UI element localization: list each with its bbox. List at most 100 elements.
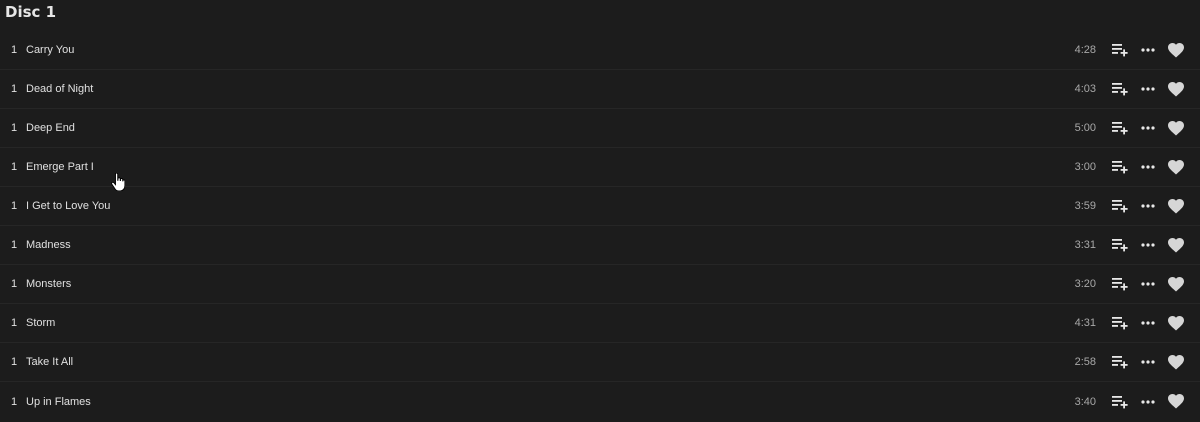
track-title[interactable]: Up in Flames [26, 396, 91, 408]
playlist-add-icon [1112, 122, 1128, 135]
favorite-button[interactable] [1165, 351, 1187, 373]
track-duration: 2:58 [1074, 356, 1096, 368]
more-options-button[interactable] [1137, 39, 1159, 61]
heart-icon [1168, 354, 1184, 369]
track-number: 1 [11, 161, 18, 173]
heart-icon [1168, 159, 1184, 174]
track-title[interactable]: Emerge Part I [26, 161, 94, 173]
playlist-add-icon [1112, 200, 1128, 213]
track-list: 1 Carry You 4:28 1 Dead of Night 4:03 1 … [0, 31, 1200, 421]
heart-icon [1168, 237, 1184, 252]
heart-icon [1168, 276, 1184, 291]
add-to-queue-button[interactable] [1109, 234, 1131, 256]
track-row[interactable]: 1 Deep End 5:00 [0, 109, 1200, 148]
heart-icon [1168, 198, 1184, 213]
more-horizontal-icon [1141, 282, 1155, 286]
add-to-queue-button[interactable] [1109, 78, 1131, 100]
track-number: 1 [11, 122, 18, 134]
more-horizontal-icon [1141, 360, 1155, 364]
favorite-button[interactable] [1165, 78, 1187, 100]
favorite-button[interactable] [1165, 273, 1187, 295]
heart-icon [1168, 120, 1184, 135]
playlist-add-icon [1112, 278, 1128, 291]
add-to-queue-button[interactable] [1109, 351, 1131, 373]
track-row[interactable]: 1 Dead of Night 4:03 [0, 70, 1200, 109]
playlist-add-icon [1112, 356, 1128, 369]
track-title[interactable]: I Get to Love You [26, 200, 110, 212]
more-options-button[interactable] [1137, 273, 1159, 295]
favorite-button[interactable] [1165, 156, 1187, 178]
add-to-queue-button[interactable] [1109, 117, 1131, 139]
more-options-button[interactable] [1137, 351, 1159, 373]
heart-icon [1168, 81, 1184, 96]
track-duration: 3:40 [1074, 395, 1096, 408]
more-horizontal-icon [1141, 87, 1155, 91]
more-options-button[interactable] [1137, 156, 1159, 178]
album-tracklist-page: Disc 1 1 Carry You 4:28 1 Dead of Night … [0, 0, 1200, 422]
track-row[interactable]: 1 Emerge Part I 3:00 [0, 148, 1200, 187]
track-row[interactable]: 1 Madness 3:31 [0, 226, 1200, 265]
track-row[interactable]: 1 Storm 4:31 [0, 304, 1200, 343]
playlist-add-icon [1112, 161, 1128, 174]
disc-title: Disc 1 [5, 3, 57, 21]
track-duration: 4:31 [1074, 317, 1096, 329]
track-number: 1 [11, 44, 18, 56]
more-horizontal-icon [1141, 399, 1155, 404]
add-to-queue-button[interactable] [1109, 156, 1131, 178]
track-title[interactable]: Carry You [26, 44, 74, 56]
more-options-button[interactable] [1137, 78, 1159, 100]
track-row[interactable]: 1 Up in Flames 3:40 [0, 382, 1200, 421]
more-options-button[interactable] [1137, 234, 1159, 256]
more-options-button[interactable] [1137, 312, 1159, 334]
playlist-add-icon [1112, 83, 1128, 96]
favorite-button[interactable] [1165, 312, 1187, 334]
track-duration: 3:00 [1074, 161, 1096, 173]
track-row[interactable]: 1 Monsters 3:20 [0, 265, 1200, 304]
track-title[interactable]: Madness [26, 239, 71, 251]
heart-icon [1168, 42, 1184, 57]
more-horizontal-icon [1141, 48, 1155, 52]
track-title[interactable]: Monsters [26, 278, 71, 290]
playlist-add-icon [1112, 44, 1128, 57]
track-number: 1 [11, 356, 18, 368]
track-title[interactable]: Dead of Night [26, 83, 93, 95]
heart-icon [1168, 315, 1184, 330]
track-title[interactable]: Take It All [26, 356, 73, 368]
more-options-button[interactable] [1137, 117, 1159, 139]
favorite-button[interactable] [1165, 195, 1187, 217]
add-to-queue-button[interactable] [1109, 312, 1131, 334]
track-title[interactable]: Deep End [26, 122, 75, 134]
favorite-button[interactable] [1165, 117, 1187, 139]
add-to-queue-button[interactable] [1109, 39, 1131, 61]
track-duration: 3:59 [1074, 200, 1096, 212]
playlist-add-icon [1112, 239, 1128, 252]
track-row[interactable]: 1 I Get to Love You 3:59 [0, 187, 1200, 226]
track-row[interactable]: 1 Take It All 2:58 [0, 343, 1200, 382]
add-to-queue-button[interactable] [1109, 195, 1131, 217]
track-number: 1 [11, 200, 18, 212]
track-duration: 4:03 [1074, 83, 1096, 95]
more-horizontal-icon [1141, 204, 1155, 208]
track-number: 1 [11, 239, 18, 251]
more-options-button[interactable] [1137, 391, 1159, 413]
favorite-button[interactable] [1165, 391, 1187, 413]
track-number: 1 [11, 395, 18, 408]
more-horizontal-icon [1141, 126, 1155, 130]
playlist-add-icon [1112, 317, 1128, 330]
more-horizontal-icon [1141, 243, 1155, 247]
more-horizontal-icon [1141, 321, 1155, 325]
favorite-button[interactable] [1165, 39, 1187, 61]
track-number: 1 [11, 278, 18, 290]
add-to-queue-button[interactable] [1109, 273, 1131, 295]
track-duration: 4:28 [1074, 44, 1096, 56]
track-number: 1 [11, 317, 18, 329]
favorite-button[interactable] [1165, 234, 1187, 256]
more-horizontal-icon [1141, 165, 1155, 169]
track-number: 1 [11, 83, 18, 95]
heart-icon [1168, 394, 1184, 409]
track-duration: 5:00 [1074, 122, 1096, 134]
track-row[interactable]: 1 Carry You 4:28 [0, 31, 1200, 70]
track-title[interactable]: Storm [26, 317, 55, 329]
more-options-button[interactable] [1137, 195, 1159, 217]
add-to-queue-button[interactable] [1109, 391, 1131, 413]
